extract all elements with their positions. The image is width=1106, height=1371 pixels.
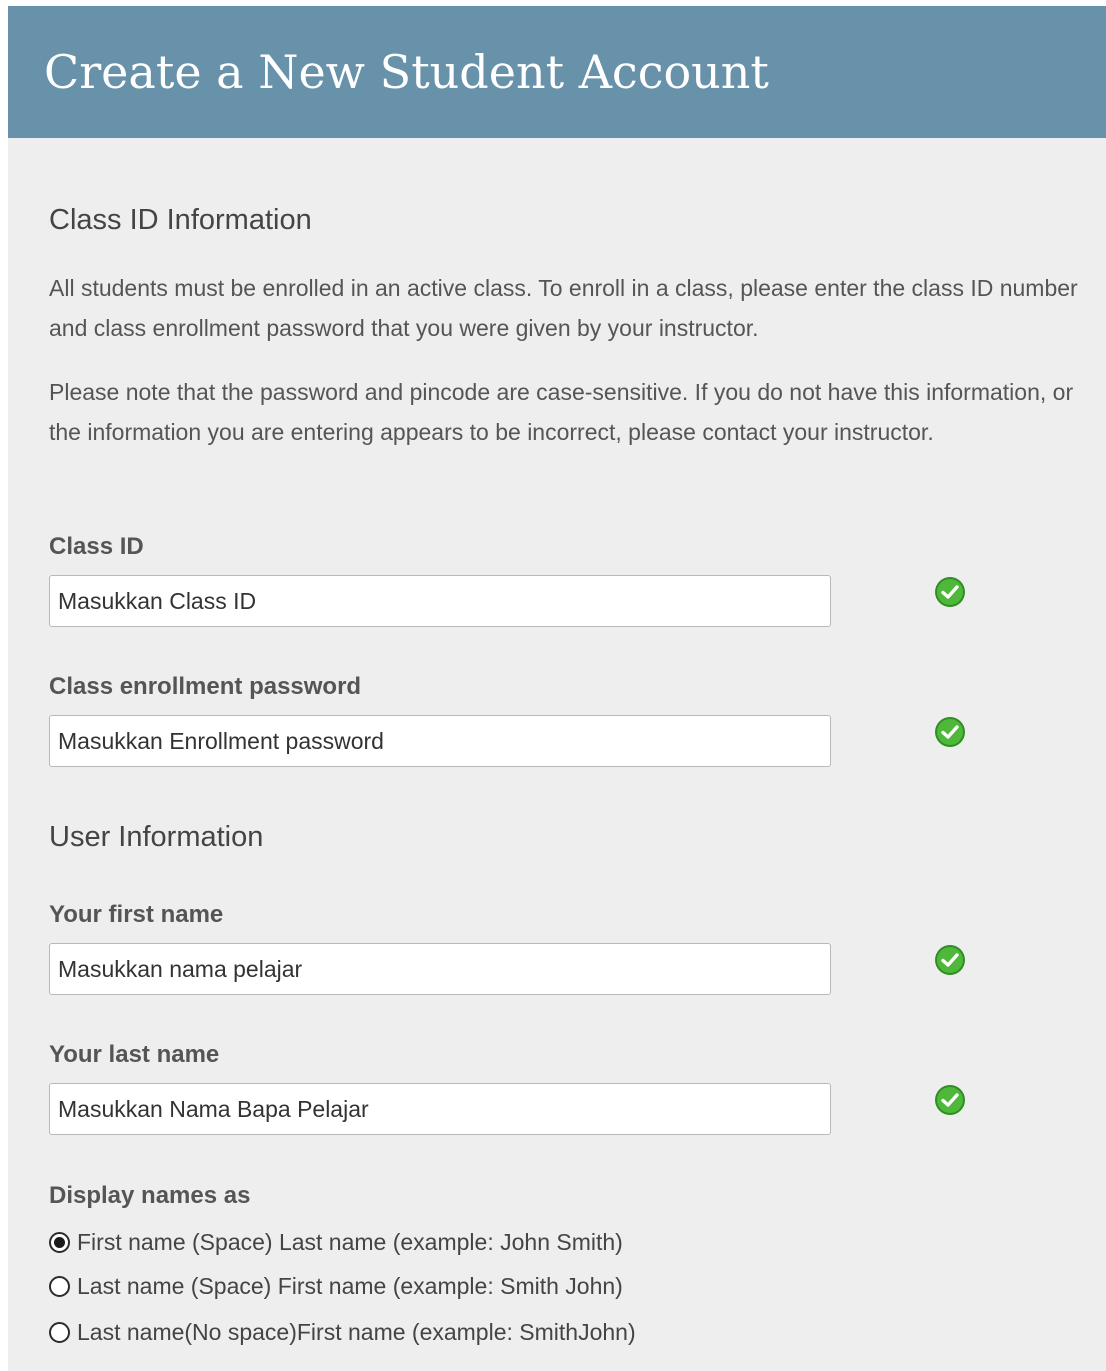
case-sensitivity-note: Please note that the password and pincod…	[49, 379, 1074, 445]
check-circle-icon	[935, 1085, 965, 1115]
signup-page: Create a New Student Account Class ID In…	[8, 6, 1106, 1371]
radio-label: First name (Space) Last name (example: J…	[77, 1228, 623, 1255]
display-option-last-first-nospace[interactable]: Last name(No space)First name (example: …	[49, 1315, 636, 1349]
check-circle-icon	[935, 945, 965, 975]
first-name-label: Your first name	[49, 901, 224, 928]
last-name-label: Your last name	[49, 1041, 220, 1068]
class-id-label: Class ID	[49, 533, 144, 560]
check-circle-icon	[935, 577, 965, 607]
page-header: Create a New Student Account	[8, 6, 1106, 138]
enrollment-password-label: Class enrollment password	[49, 673, 362, 700]
check-circle-icon	[935, 717, 965, 747]
display-names-label: Display names as	[49, 1182, 251, 1209]
radio-label: Last name (Space) First name (example: S…	[77, 1272, 623, 1299]
radio-button[interactable]	[49, 1321, 70, 1343]
user-info-heading: User Information	[49, 821, 264, 853]
page-title: Create a New Student Account	[44, 45, 769, 99]
radio-selected-dot	[54, 1236, 65, 1248]
class-info-description: All students must be enrolled in an acti…	[49, 275, 1078, 341]
display-option-last-first[interactable]: Last name (Space) First name (example: S…	[49, 1269, 623, 1303]
enrollment-password-input[interactable]	[49, 715, 831, 767]
last-name-input[interactable]	[49, 1083, 831, 1135]
first-name-input[interactable]	[49, 943, 831, 995]
radio-button[interactable]	[49, 1275, 70, 1297]
radio-button[interactable]	[49, 1231, 70, 1253]
class-id-input[interactable]	[49, 575, 831, 627]
radio-label: Last name(No space)First name (example: …	[77, 1318, 636, 1345]
class-info-heading: Class ID Information	[49, 204, 312, 236]
display-option-first-last[interactable]: First name (Space) Last name (example: J…	[49, 1225, 623, 1259]
